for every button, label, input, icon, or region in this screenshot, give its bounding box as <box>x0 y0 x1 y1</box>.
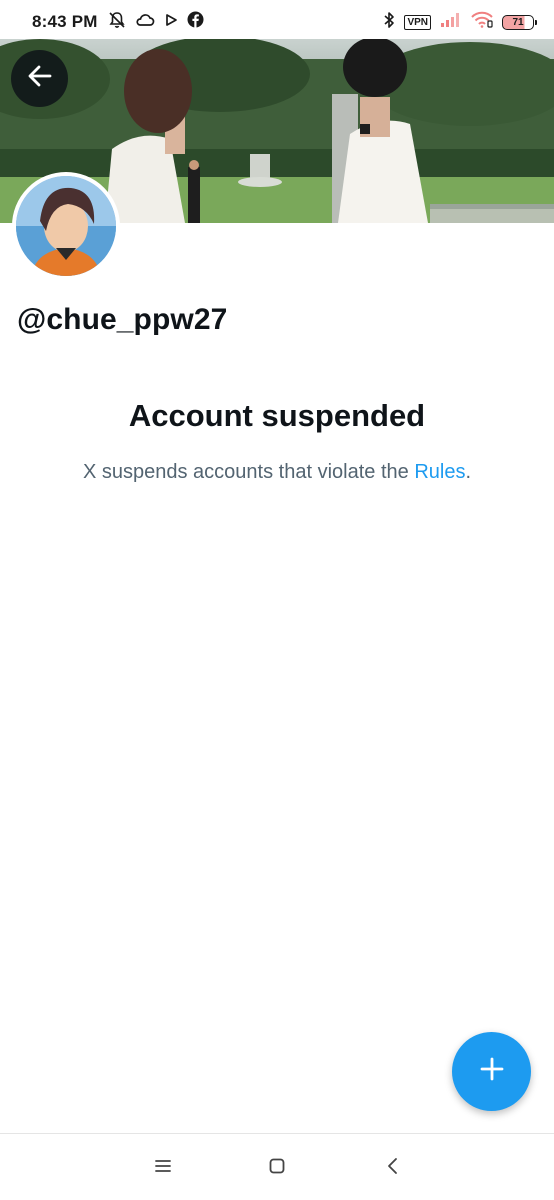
home-button[interactable] <box>265 1156 289 1180</box>
profile-handle: @chue_ppw27 <box>17 303 228 336</box>
play-icon <box>164 12 178 32</box>
system-nav-bar <box>0 1133 554 1200</box>
nav-back-button[interactable] <box>381 1156 405 1180</box>
suspended-title: Account suspended <box>128 398 426 433</box>
wifi-icon <box>471 11 493 33</box>
arrow-left-icon <box>26 62 54 95</box>
menu-button[interactable] <box>151 1156 175 1180</box>
status-right-icons: VPN 71 <box>383 11 537 34</box>
screen: 8:43 PM VPN 71 @chue_ppw27 Account suspe… <box>0 0 554 1200</box>
rules-link[interactable]: Rules <box>414 461 465 483</box>
facebook-icon <box>187 11 204 33</box>
suspended-message-text: X suspends accounts that violate the <box>82 461 415 483</box>
suspended-message: X suspends accounts that violate the Rul… <box>0 461 554 484</box>
mute-bell-icon <box>108 11 126 34</box>
signal-icon <box>440 12 462 33</box>
avatar[interactable] <box>12 172 120 280</box>
menu-icon <box>154 1158 172 1179</box>
status-time: 8:43 PM <box>32 12 98 31</box>
battery-icon: 71 <box>502 14 537 30</box>
suspended-message-suffix: . <box>465 461 472 483</box>
status-bar: 8:43 PM VPN 71 <box>0 0 554 44</box>
status-left-icons <box>108 11 204 34</box>
bluetooth-icon <box>383 11 395 34</box>
plus-icon <box>478 1055 506 1088</box>
home-square-icon <box>268 1157 286 1180</box>
vpn-icon: VPN <box>404 14 431 30</box>
back-chevron-icon <box>385 1157 401 1180</box>
avatar-photo <box>16 176 116 276</box>
cloud-icon <box>135 12 155 33</box>
compose-fab-button[interactable] <box>452 1032 531 1111</box>
back-button[interactable] <box>11 50 68 107</box>
